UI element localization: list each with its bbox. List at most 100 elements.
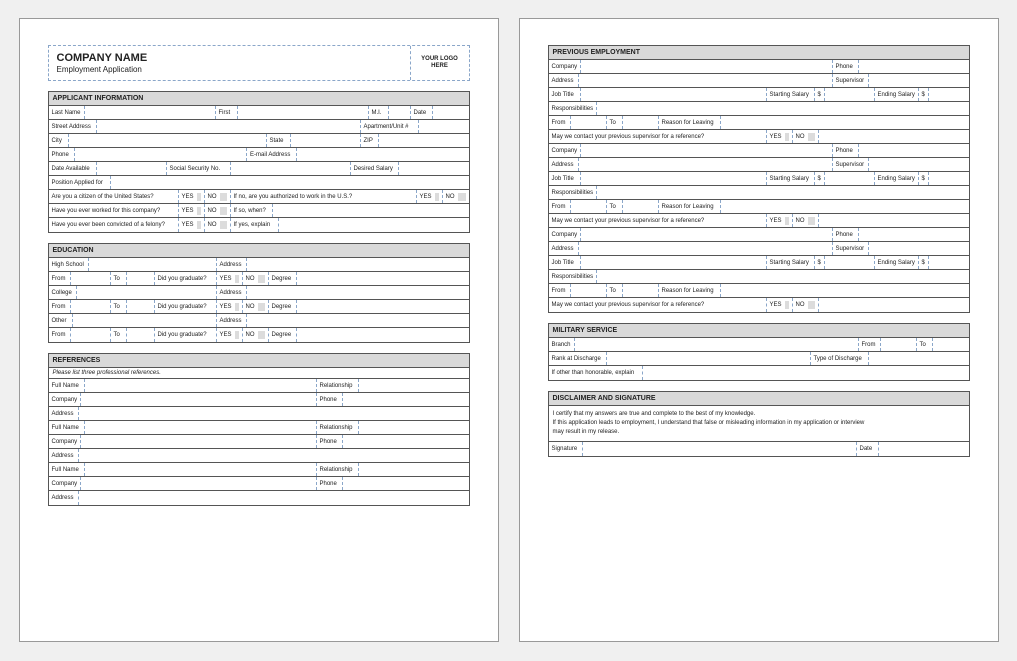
other-from-field[interactable] [71, 328, 111, 342]
emp2-company-field[interactable] [581, 144, 833, 157]
mil-to-field[interactable] [933, 338, 969, 351]
emp1-startsalary-field[interactable] [825, 88, 875, 101]
signature-field[interactable] [583, 442, 857, 456]
emp1-reason-field[interactable] [721, 116, 969, 129]
emp3-ref-yes[interactable]: YES [767, 298, 793, 312]
hs-degree-field[interactable] [297, 272, 469, 285]
emp3-endsalary-field[interactable] [929, 256, 969, 269]
emp2-from-field[interactable] [571, 200, 607, 213]
hs-to-field[interactable] [127, 272, 155, 285]
college-from-field[interactable] [71, 300, 111, 313]
zip-field[interactable] [379, 134, 469, 147]
emp1-address-field[interactable] [579, 74, 833, 87]
ref2-rel-field[interactable] [359, 421, 469, 434]
emp3-jobtitle-field[interactable] [581, 256, 767, 269]
hs-from-field[interactable] [71, 272, 111, 285]
emp2-responsibilities-field[interactable] [597, 186, 969, 199]
emp2-supervisor-field[interactable] [869, 158, 969, 171]
authorized-no[interactable]: NO [443, 190, 469, 203]
emp3-address-field[interactable] [579, 242, 833, 255]
emp3-company-field[interactable] [581, 228, 833, 241]
emp1-ref-no[interactable]: NO [793, 130, 819, 143]
other-field[interactable] [73, 314, 217, 327]
street-field[interactable] [97, 120, 361, 133]
email-field[interactable] [297, 148, 469, 161]
ssn-field[interactable] [231, 162, 351, 175]
ref2-company-field[interactable] [81, 435, 317, 448]
hs-grad-yes[interactable]: YES [217, 272, 243, 285]
phone-field[interactable] [75, 148, 248, 161]
mil-from-field[interactable] [881, 338, 917, 351]
college-to-field[interactable] [127, 300, 155, 313]
otherthan-field[interactable] [643, 366, 969, 380]
date-available-field[interactable] [97, 162, 167, 175]
emp1-ref-yes[interactable]: YES [767, 130, 793, 143]
felony-no[interactable]: NO [205, 218, 231, 232]
other-degree-field[interactable] [297, 328, 469, 342]
worked-no[interactable]: NO [205, 204, 231, 217]
college-degree-field[interactable] [297, 300, 469, 313]
when-field[interactable] [273, 204, 469, 217]
emp3-ref-no[interactable]: NO [793, 298, 819, 312]
branch-field[interactable] [575, 338, 859, 351]
ref1-phone-field[interactable] [343, 393, 469, 406]
citizen-yes[interactable]: YES [179, 190, 205, 203]
emp3-startsalary-field[interactable] [825, 256, 875, 269]
other-address-field[interactable] [247, 314, 469, 327]
ref3-phone-field[interactable] [343, 477, 469, 490]
ref1-name-field[interactable] [85, 379, 317, 392]
rank-field[interactable] [607, 352, 811, 365]
city-field[interactable] [69, 134, 267, 147]
ref2-phone-field[interactable] [343, 435, 469, 448]
authorized-yes[interactable]: YES [417, 190, 443, 203]
emp3-responsibilities-field[interactable] [597, 270, 969, 283]
ref2-address-field[interactable] [79, 449, 469, 462]
highschool-field[interactable] [89, 258, 217, 271]
emp2-startsalary-field[interactable] [825, 172, 875, 185]
state-field[interactable] [291, 134, 361, 147]
college-grad-no[interactable]: NO [243, 300, 269, 313]
worked-yes[interactable]: YES [179, 204, 205, 217]
felony-yes[interactable]: YES [179, 218, 205, 232]
position-field[interactable] [111, 176, 469, 189]
other-to-field[interactable] [127, 328, 155, 342]
last-name-field[interactable] [85, 106, 216, 119]
emp1-jobtitle-field[interactable] [581, 88, 767, 101]
college-field[interactable] [77, 286, 217, 299]
emp2-address-field[interactable] [579, 158, 833, 171]
emp1-to-field[interactable] [623, 116, 659, 129]
sig-date-field[interactable] [879, 442, 969, 456]
emp3-phone-field[interactable] [859, 228, 969, 241]
emp3-from-field[interactable] [571, 284, 607, 297]
emp1-responsibilities-field[interactable] [597, 102, 969, 115]
emp2-phone-field[interactable] [859, 144, 969, 157]
ref3-address-field[interactable] [79, 491, 469, 505]
ref3-company-field[interactable] [81, 477, 317, 490]
ref1-rel-field[interactable] [359, 379, 469, 392]
ref2-name-field[interactable] [85, 421, 317, 434]
emp3-to-field[interactable] [623, 284, 659, 297]
other-grad-yes[interactable]: YES [217, 328, 243, 342]
emp1-supervisor-field[interactable] [869, 74, 969, 87]
emp3-supervisor-field[interactable] [869, 242, 969, 255]
citizen-no[interactable]: NO [205, 190, 231, 203]
discharge-type-field[interactable] [869, 352, 969, 365]
emp2-ref-yes[interactable]: YES [767, 214, 793, 227]
date-field[interactable] [433, 106, 469, 119]
emp2-ref-no[interactable]: NO [793, 214, 819, 227]
college-grad-yes[interactable]: YES [217, 300, 243, 313]
emp1-company-field[interactable] [581, 60, 833, 73]
first-field[interactable] [238, 106, 369, 119]
ref1-address-field[interactable] [79, 407, 469, 420]
hs-address-field[interactable] [247, 258, 469, 271]
emp1-from-field[interactable] [571, 116, 607, 129]
emp1-phone-field[interactable] [859, 60, 969, 73]
emp2-to-field[interactable] [623, 200, 659, 213]
college-address-field[interactable] [247, 286, 469, 299]
apt-field[interactable] [419, 120, 469, 133]
ref3-name-field[interactable] [85, 463, 317, 476]
emp2-jobtitle-field[interactable] [581, 172, 767, 185]
other-grad-no[interactable]: NO [243, 328, 269, 342]
ref1-company-field[interactable] [81, 393, 317, 406]
explain-field[interactable] [279, 218, 469, 232]
